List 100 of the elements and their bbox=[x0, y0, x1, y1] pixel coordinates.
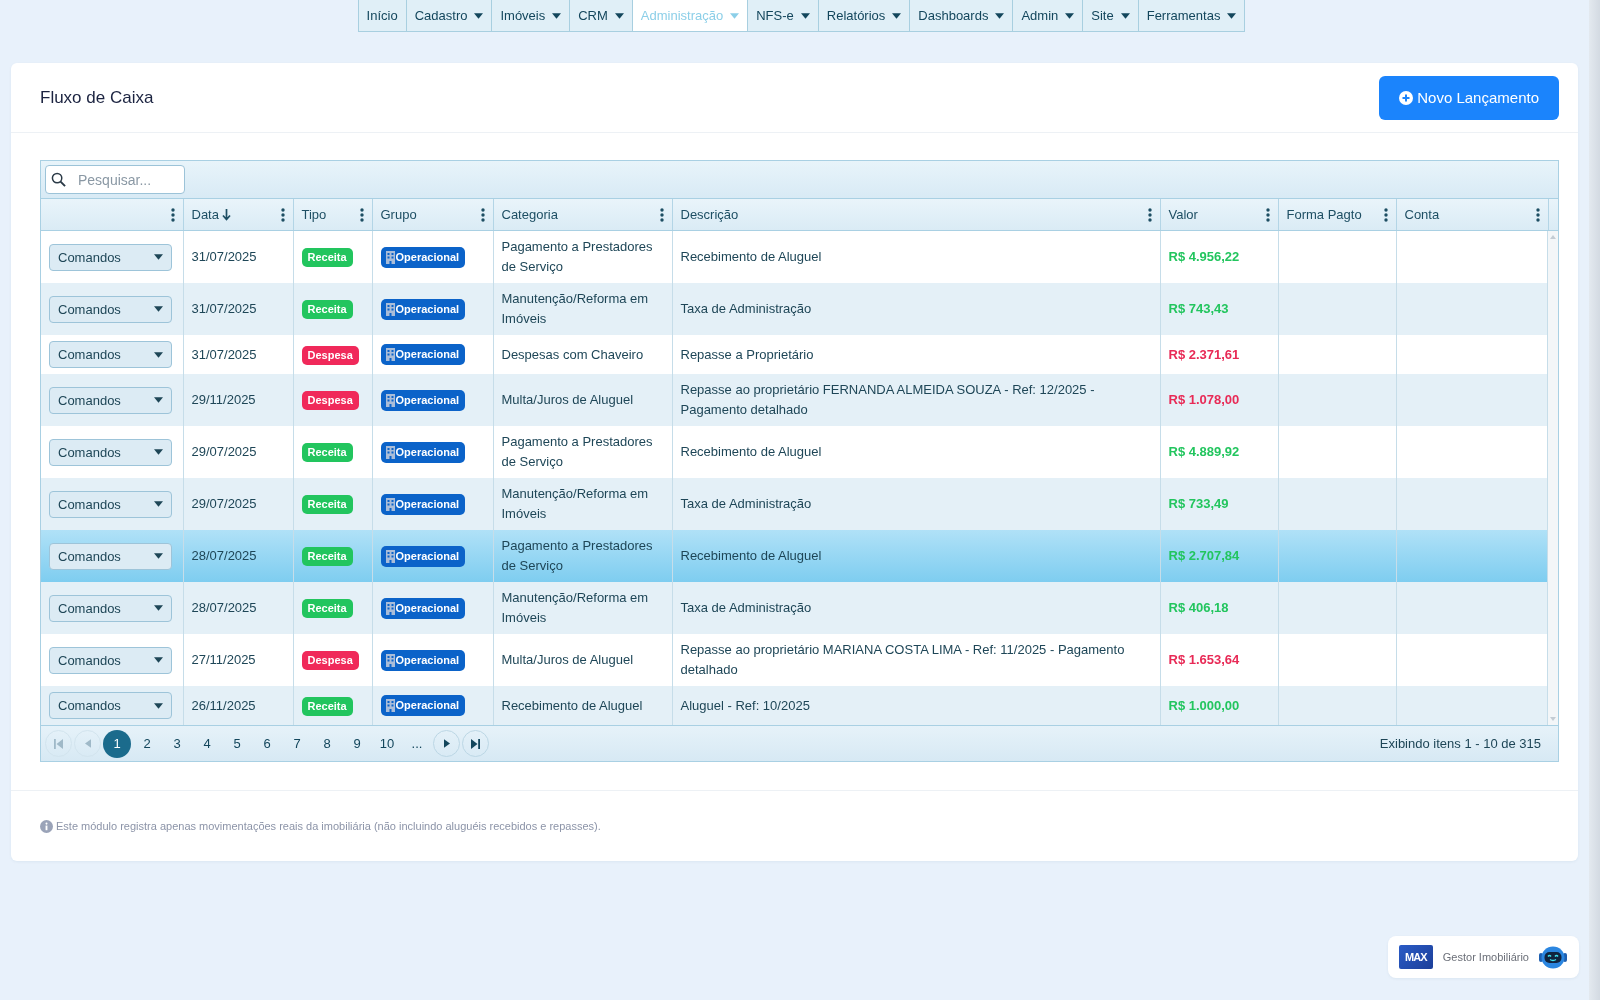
brand-name: Gestor Imobiliário bbox=[1442, 951, 1529, 963]
search-field[interactable]: Pesquisar... bbox=[45, 165, 185, 194]
column-header[interactable]: Categoria bbox=[493, 199, 672, 230]
building-icon bbox=[385, 393, 395, 407]
group-label: Operacional bbox=[395, 249, 460, 265]
nav-menu-item[interactable]: Imóveis bbox=[492, 0, 571, 31]
column-header[interactable]: Conta bbox=[1396, 199, 1548, 230]
category-cell: Multa/Juros de Aluguel bbox=[493, 374, 672, 426]
commands-dropdown[interactable]: Comandos bbox=[49, 692, 172, 719]
page-number[interactable]: 10 bbox=[373, 729, 401, 758]
commands-dropdown[interactable]: Comandos bbox=[49, 594, 172, 622]
building-icon bbox=[385, 653, 395, 667]
commands-dropdown[interactable]: Comandos bbox=[49, 646, 172, 674]
type-badge: Despesa bbox=[301, 391, 359, 410]
page-ellipsis: ... bbox=[410, 736, 424, 751]
nav-menu-item[interactable]: Ferramentas bbox=[1138, 0, 1245, 31]
kebab-menu-icon[interactable] bbox=[1383, 207, 1388, 222]
nav-menu-item[interactable]: CRM bbox=[570, 0, 633, 31]
kebab-menu-icon[interactable] bbox=[1147, 207, 1152, 222]
column-header[interactable]: Descrição bbox=[672, 199, 1160, 230]
kebab-menu-icon[interactable] bbox=[480, 207, 485, 222]
caret-icon bbox=[154, 351, 163, 358]
caret-icon bbox=[154, 397, 163, 403]
table-row[interactable]: Comandos 28/07/2025 Receita Operacional Manutenção/Reforma em Imóveis Taxa de Administração R$ 406,18 bbox=[41, 582, 1548, 634]
page-number[interactable]: 6 bbox=[253, 729, 281, 758]
commands-dropdown[interactable]: Comandos bbox=[49, 341, 172, 368]
kebab-menu-icon[interactable] bbox=[280, 207, 285, 222]
caret-icon bbox=[154, 657, 163, 663]
skip-first-icon bbox=[54, 738, 63, 749]
table-row[interactable]: Comandos 28/07/2025 Receita Operacional Pagamento a Prestadores de Serviço Recebimento de Aluguel R$ 2.707,84 bbox=[41, 530, 1548, 582]
page-scrollbar[interactable] bbox=[1589, 0, 1600, 1000]
info-icon bbox=[40, 819, 53, 833]
nav-menu-item[interactable]: Cadastro bbox=[406, 0, 493, 31]
group-label: Operacional bbox=[395, 652, 460, 668]
kebab-menu-icon[interactable] bbox=[359, 207, 364, 222]
description-cell: Repasse ao proprietário FERNANDA ALMEIDA SOUZA - Ref: 12/2025 - Pagamento detalhado bbox=[672, 374, 1160, 426]
category-cell: Manutenção/Reforma em Imóveis bbox=[493, 582, 672, 634]
kebab-menu-icon[interactable] bbox=[170, 207, 175, 222]
type-badge: Receita bbox=[301, 547, 353, 566]
date-cell: 31/07/2025 bbox=[183, 283, 293, 335]
building-icon bbox=[385, 497, 395, 511]
page-number[interactable]: 7 bbox=[283, 729, 311, 758]
table-row[interactable]: Comandos 29/11/2025 Despesa Operacional Multa/Juros de Aluguel Repasse ao proprietário FERNANDA ALMEIDA SOUZA - Ref: 12/2025 - Pagamento detalhado R$ 1.078,00 bbox=[41, 374, 1548, 426]
caret-icon bbox=[154, 605, 163, 611]
column-header[interactable]: Valor bbox=[1160, 199, 1278, 230]
amount-cell: R$ 1.078,00 bbox=[1160, 374, 1278, 426]
commands-dropdown[interactable]: Comandos bbox=[49, 490, 172, 518]
commands-dropdown[interactable]: Comandos bbox=[49, 438, 172, 466]
description-cell: Taxa de Administração bbox=[672, 582, 1160, 634]
page-number[interactable]: 9 bbox=[343, 729, 371, 758]
commands-dropdown[interactable]: Comandos bbox=[49, 542, 172, 570]
caret-icon bbox=[154, 501, 163, 507]
page-number[interactable]: 5 bbox=[223, 729, 251, 758]
group-label: Operacional bbox=[395, 698, 460, 714]
table-scrollbar[interactable] bbox=[1548, 231, 1558, 725]
nav-menu-item[interactable]: Dashboards bbox=[910, 0, 1014, 31]
type-badge: Receita bbox=[301, 443, 353, 462]
amount-cell: R$ 406,18 bbox=[1160, 582, 1278, 634]
commands-dropdown[interactable]: Comandos bbox=[49, 243, 172, 271]
table-row[interactable]: Comandos 26/11/2025 Receita Operacional Recebimento de Aluguel Aluguel - Ref: 10/2025 R$ 1.000,00 bbox=[41, 686, 1548, 725]
nav-menu-item[interactable]: Relatórios bbox=[818, 0, 911, 31]
type-badge: Receita bbox=[301, 696, 353, 716]
kebab-menu-icon[interactable] bbox=[1535, 207, 1540, 222]
group-label: Operacional bbox=[395, 548, 460, 564]
nav-menu-item[interactable]: NFS-e bbox=[748, 0, 819, 31]
commands-dropdown[interactable]: Comandos bbox=[49, 295, 172, 323]
nav-menu-item[interactable]: Início bbox=[358, 0, 407, 31]
column-header[interactable]: Data bbox=[183, 199, 293, 230]
column-header[interactable]: Tipo bbox=[293, 199, 372, 230]
caret-icon bbox=[154, 553, 163, 559]
building-icon bbox=[385, 699, 395, 713]
page-title: Fluxo de Caixa bbox=[40, 87, 154, 108]
page-number[interactable]: 3 bbox=[163, 729, 191, 758]
table-row[interactable]: Comandos 31/07/2025 Receita Operacional Manutenção/Reforma em Imóveis Taxa de Administração R$ 743,43 bbox=[41, 283, 1548, 335]
commands-dropdown[interactable]: Comandos bbox=[49, 386, 172, 414]
type-badge: Receita bbox=[301, 599, 353, 618]
type-badge: Despesa bbox=[301, 651, 359, 670]
building-icon bbox=[385, 549, 395, 563]
column-header[interactable]: Grupo bbox=[372, 199, 493, 230]
type-badge: Despesa bbox=[301, 345, 359, 365]
column-header[interactable]: Forma Pagto bbox=[1278, 199, 1396, 230]
group-label: Operacional bbox=[395, 496, 460, 512]
search-icon bbox=[51, 172, 66, 187]
arrow-down-icon bbox=[221, 208, 231, 221]
building-icon bbox=[385, 348, 395, 362]
kebab-menu-icon[interactable] bbox=[659, 207, 664, 222]
group-label: Operacional bbox=[395, 444, 460, 460]
nav-menu-item[interactable]: Site bbox=[1083, 0, 1139, 31]
kebab-menu-icon[interactable] bbox=[1265, 207, 1270, 222]
building-icon bbox=[385, 445, 395, 459]
amount-cell: R$ 743,43 bbox=[1160, 283, 1278, 335]
page-number[interactable]: 8 bbox=[313, 729, 341, 758]
new-entry-button[interactable]: Novo Lançamento bbox=[1379, 75, 1559, 120]
page-number[interactable]: 4 bbox=[193, 729, 221, 758]
table-row[interactable]: Comandos 29/07/2025 Receita Operacional Manutenção/Reforma em Imóveis Taxa de Administração R$ 733,49 bbox=[41, 478, 1548, 530]
page-number[interactable]: 1 bbox=[103, 729, 131, 758]
caret-icon bbox=[154, 702, 163, 709]
nav-menu-item[interactable]: Admin bbox=[1013, 0, 1084, 31]
page-number[interactable]: 2 bbox=[133, 729, 161, 758]
type-badge: Receita bbox=[301, 495, 353, 514]
